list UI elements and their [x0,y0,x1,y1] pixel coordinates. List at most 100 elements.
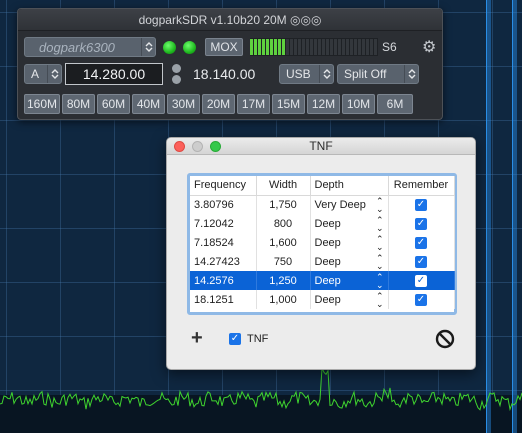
remember-checkbox[interactable]: ✓ [415,237,427,249]
minimize-icon[interactable] [192,141,203,152]
remember-cell: ✓ [388,290,455,309]
width-cell[interactable]: 750 [256,252,311,271]
band-button-40m[interactable]: 40M [132,94,165,114]
s-meter-segment [338,39,341,55]
remember-checkbox[interactable]: ✓ [415,199,427,212]
depth-select[interactable]: Deep ⌃ ⌄ [310,233,389,252]
tnf-enable-checkbox[interactable]: ✓ TNF [229,333,268,345]
vfo-b-frequency[interactable]: 18.140.00 [193,66,265,82]
chevron-updown-icon: ⌃ ⌄ [375,271,384,290]
table-row[interactable]: 7.12042 800 Deep ⌃ ⌄ ✓ [190,214,455,233]
plus-icon[interactable]: + [191,327,203,350]
s-meter-segment [262,39,265,55]
frequency-cell[interactable]: 14.27423 [190,252,257,271]
s-meter-segment [298,39,301,55]
width-cell[interactable]: 1,750 [256,195,311,214]
width-cell[interactable]: 1,000 [256,290,311,309]
frequency-cell[interactable]: 3.80796 [190,195,257,214]
column-header-frequency[interactable]: Frequency [190,176,257,196]
table-row[interactable]: 14.27423 750 Deep ⌃ ⌄ ✓ [190,252,455,271]
s-meter-segment [278,39,281,55]
s-meter-segment [302,39,305,55]
width-cell[interactable]: 1,250 [256,271,311,290]
band-button-12m[interactable]: 12M [307,94,340,114]
table-row[interactable]: 3.80796 1,750 Very Deep ⌃ ⌄ ✓ [190,195,455,214]
band-button-10m[interactable]: 10M [342,94,375,114]
column-header-depth[interactable]: Depth [310,176,389,196]
band-button-160m[interactable]: 160M [24,94,60,114]
band-button-30m[interactable]: 30M [167,94,200,114]
chevron-updown-icon: ⌃ ⌄ [375,252,384,271]
mode-select[interactable]: USB [279,64,334,84]
radio-window: dogparkSDR v1.10b20 20M ◎◎◎ dogpark6300 … [17,8,443,120]
gear-icon[interactable]: ⚙ [422,37,436,57]
chevron-updown-icon: ⌃ ⌄ [375,290,384,309]
table-row[interactable]: 14.2576 1,250 Deep ⌃ ⌄ ✓ [190,271,455,290]
frequency-cell[interactable]: 7.12042 [190,214,257,233]
prohibit-icon[interactable] [435,329,455,354]
depth-select[interactable]: Deep ⌃ ⌄ [310,271,389,290]
remember-checkbox[interactable]: ✓ [415,275,427,287]
s-meter-segment [254,39,257,55]
tnf-window: TNF Frequency Width Depth Remember 3.807… [166,137,476,370]
column-header-width[interactable]: Width [256,176,311,196]
s-meter-segment [374,39,377,55]
remember-checkbox[interactable]: ✓ [415,294,427,306]
band-button-80m[interactable]: 80M [62,94,95,114]
radio-window-title: dogparkSDR v1.10b20 20M ◎◎◎ [18,9,442,31]
depth-value: Deep [314,255,341,268]
band-button-15m[interactable]: 15M [272,94,305,114]
column-header-remember[interactable]: Remember [388,176,455,196]
remember-cell: ✓ [388,214,455,233]
checkbox-checked-icon[interactable]: ✓ [229,333,241,345]
band-button-17m[interactable]: 17M [237,94,270,114]
s-meter-segment [314,39,317,55]
maximize-icon[interactable] [210,141,221,152]
depth-select[interactable]: Very Deep ⌃ ⌄ [310,195,389,214]
s-meter-segment [270,39,273,55]
chevron-updown-icon [404,65,418,83]
vfo-select[interactable]: A [24,64,62,84]
remember-checkbox[interactable]: ✓ [415,218,427,230]
s-meter-segment [366,39,369,55]
s-meter-segment [354,39,357,55]
frequency-cell[interactable]: 7.18524 [190,233,257,252]
s-meter-segment [290,39,293,55]
table-row[interactable]: 7.18524 1,600 Deep ⌃ ⌄ ✓ [190,233,455,252]
s-meter-segment [362,39,365,55]
width-cell[interactable]: 1,600 [256,233,311,252]
s-meter-segment [330,39,333,55]
s-meter-segment [294,39,297,55]
split-select[interactable]: Split Off [337,64,419,84]
band-button-6m[interactable]: 6M [377,94,413,114]
width-cell[interactable]: 800 [256,214,311,233]
depth-value: Deep [314,236,341,249]
s-meter-segment [282,39,285,55]
s-meter-segment [310,39,313,55]
s-meter-segment [250,39,253,55]
status-led-icon [163,40,176,54]
remember-cell: ✓ [388,252,455,271]
chevron-updown-icon: ⌃ ⌄ [375,233,384,252]
depth-select[interactable]: Deep ⌃ ⌄ [310,214,389,233]
s-meter-segment [326,39,329,55]
vfo-select-value: A [31,67,40,81]
s-meter-segment [274,39,277,55]
remember-checkbox[interactable]: ✓ [415,256,427,268]
band-button-20m[interactable]: 20M [202,94,235,114]
frequency-cell[interactable]: 14.2576 [190,271,257,290]
mox-button[interactable]: MOX [205,38,243,56]
depth-select[interactable]: Deep ⌃ ⌄ [310,290,389,309]
tnf-titlebar[interactable]: TNF [167,138,475,155]
close-icon[interactable] [174,141,185,152]
vfo-swap-toggle[interactable] [172,64,181,84]
radio-select[interactable]: dogpark6300 [24,37,156,57]
band-button-60m[interactable]: 60M [97,94,130,114]
depth-value: Deep [314,293,341,306]
frequency-cell[interactable]: 18.1251 [190,290,257,309]
vfo-a-frequency-field[interactable]: 14.280.00 [65,63,163,85]
s-meter-segment [346,39,349,55]
remember-cell: ✓ [388,195,455,214]
depth-select[interactable]: Deep ⌃ ⌄ [310,252,389,271]
table-row[interactable]: 18.1251 1,000 Deep ⌃ ⌄ ✓ [190,290,455,309]
